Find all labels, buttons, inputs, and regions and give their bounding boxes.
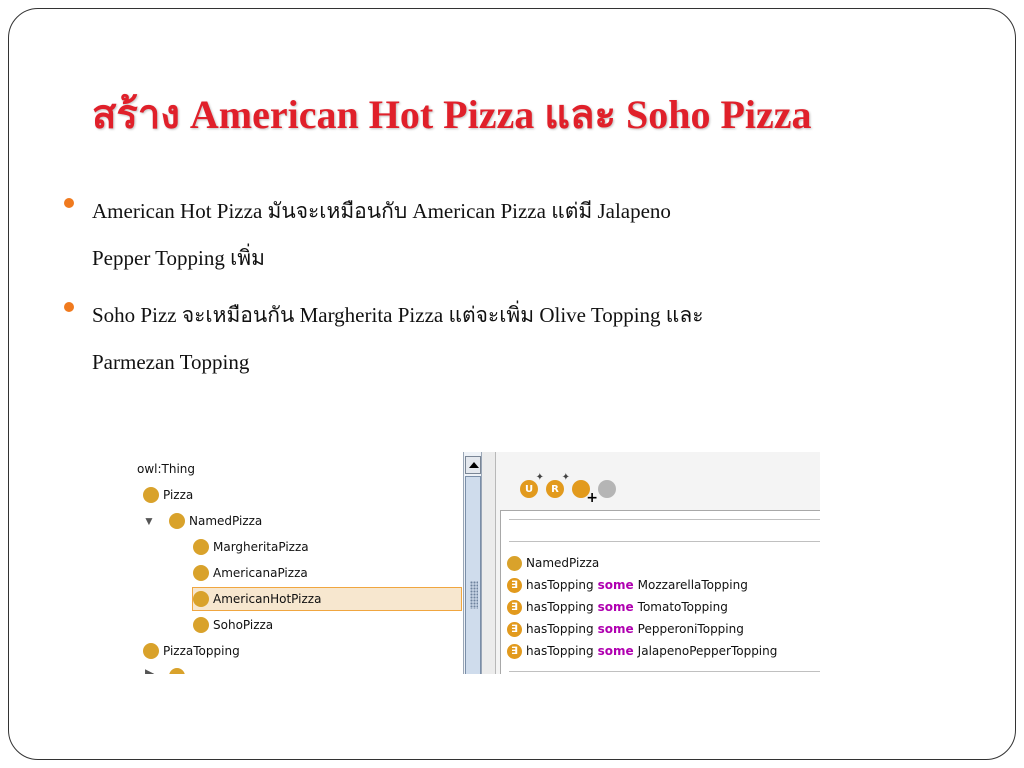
restriction-filler: PepperoniTopping <box>637 622 744 636</box>
add-class-icon[interactable] <box>572 480 598 506</box>
split-pane-divider[interactable] <box>482 452 496 674</box>
restriction-property: hasTopping <box>526 600 594 614</box>
scroll-thumb[interactable] <box>465 476 481 674</box>
bullet-list: American Hot Pizza มันจะเหมือนกับ Americ… <box>64 188 864 396</box>
tree-item-margheritapizza[interactable]: MargheritaPizza <box>193 536 309 558</box>
tree-item-label: AmericanaPizza <box>213 566 308 580</box>
tree-root-label: owl:Thing <box>137 462 196 476</box>
restriction-property: hasTopping <box>526 578 594 592</box>
tree-item-pizzatopping[interactable]: PizzaTopping <box>143 640 240 662</box>
superclass-label: NamedPizza <box>526 556 600 570</box>
delete-class-icon[interactable] <box>598 480 616 498</box>
restriction-keyword: some <box>597 644 634 658</box>
class-icon <box>143 487 159 503</box>
class-icon <box>143 643 159 659</box>
existential-restriction-icon: ∃ <box>507 599 522 615</box>
restriction-filler: MozzarellaTopping <box>637 578 748 592</box>
restriction-keyword: some <box>597 622 634 636</box>
tree-item-label: AmericanHotPizza <box>213 592 322 606</box>
tree-item-namedpizza[interactable]: NamedPizza <box>169 510 262 532</box>
slide-title: สร้าง American Hot Pizza และ Soho Pizza <box>92 92 812 137</box>
tree-item-label: Pizza <box>163 488 194 502</box>
class-description-pane: U R NamedPizza ∃ hasTopping some Mozzare… <box>496 452 820 674</box>
bullet-dot-icon <box>64 198 74 208</box>
add-subclass-icon[interactable]: U <box>520 472 544 498</box>
protege-screenshot: owl:Thing Pizza ▼ NamedPizza MargheritaP… <box>137 452 820 674</box>
restriction-property: hasTopping <box>526 644 594 658</box>
tree-item-label: PizzaTopping <box>163 644 240 658</box>
class-icon <box>169 513 185 529</box>
tree-item-label: SohoPizza <box>213 618 274 632</box>
class-icon <box>193 617 209 633</box>
class-icon <box>193 591 209 607</box>
restriction-row[interactable]: ∃ hasTopping some JalapenoPepperTopping <box>507 641 777 661</box>
tree-scrollbar[interactable] <box>463 452 482 674</box>
class-icon <box>193 539 209 555</box>
bullet-item: Soho Pizz จะเหมือนกัน Margherita Pizza แ… <box>64 292 864 386</box>
class-icon <box>169 668 185 674</box>
list-divider <box>509 541 820 542</box>
superclass-row[interactable]: NamedPizza <box>507 553 599 573</box>
tree-item-americanhotpizza[interactable]: AmericanHotPizza <box>192 587 462 611</box>
tree-item-sohopizza[interactable]: SohoPizza <box>193 614 273 636</box>
tree-item-americanapizza[interactable]: AmericanaPizza <box>193 562 308 584</box>
bullet-line: American Hot Pizza มันจะเหมือนกับ Americ… <box>92 199 671 223</box>
restriction-row[interactable]: ∃ hasTopping some PepperoniTopping <box>507 619 744 639</box>
tree-item-label: MargheritaPizza <box>213 540 309 554</box>
existential-restriction-icon: ∃ <box>507 577 522 593</box>
existential-restriction-icon: ∃ <box>507 643 522 659</box>
description-list: NamedPizza ∃ hasTopping some MozzarellaT… <box>500 510 820 674</box>
list-divider <box>509 519 820 520</box>
bullet-item: American Hot Pizza มันจะเหมือนกับ Americ… <box>64 188 864 282</box>
restriction-row[interactable]: ∃ hasTopping some TomatoTopping <box>507 597 728 617</box>
restriction-filler: TomatoTopping <box>637 600 728 614</box>
restriction-keyword: some <box>597 600 634 614</box>
bullet-line: Pepper Topping เพิ่ม <box>92 246 265 270</box>
expand-arrow-icon[interactable]: ▼ <box>143 514 155 529</box>
class-icon <box>507 555 522 571</box>
existential-restriction-icon: ∃ <box>507 621 522 637</box>
bullet-line: Parmezan Topping <box>92 350 250 374</box>
add-sibling-icon[interactable]: R <box>546 472 570 498</box>
tree-item-label: NamedPizza <box>189 514 263 528</box>
class-toolbar: U R <box>520 472 616 506</box>
collapse-arrow-icon[interactable]: ▶ <box>145 666 154 674</box>
scroll-grip-icon <box>470 581 478 609</box>
restriction-keyword: some <box>597 578 634 592</box>
bullet-dot-icon <box>64 302 74 312</box>
tree-root-owl-thing[interactable]: owl:Thing <box>137 458 195 480</box>
class-icon <box>193 565 209 581</box>
restriction-row[interactable]: ∃ hasTopping some MozzarellaTopping <box>507 575 748 595</box>
scroll-up-button[interactable] <box>465 456 481 474</box>
restriction-property: hasTopping <box>526 622 594 636</box>
class-hierarchy-tree: owl:Thing Pizza ▼ NamedPizza MargheritaP… <box>137 452 463 674</box>
bullet-line: Soho Pizz จะเหมือนกัน Margherita Pizza แ… <box>92 303 704 327</box>
tree-item-pizza[interactable]: Pizza <box>143 484 193 506</box>
list-divider <box>509 671 820 672</box>
restriction-filler: JalapenoPepperTopping <box>637 644 778 658</box>
